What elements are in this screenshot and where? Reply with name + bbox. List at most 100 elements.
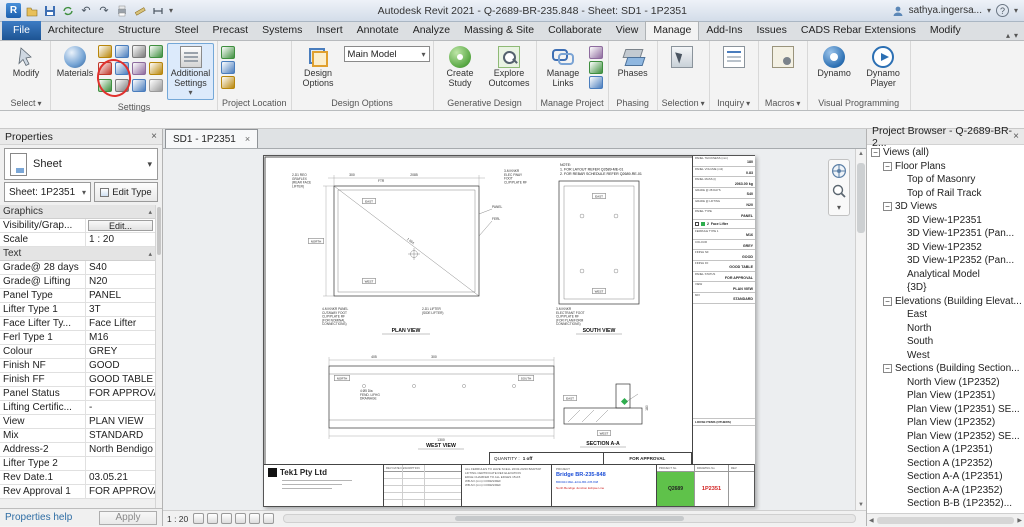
property-edit-button[interactable]: Edit...	[88, 220, 153, 231]
pb-scroll-left-icon[interactable]: ◀	[869, 517, 874, 524]
browser-item[interactable]: Section B-B (1P2352)...	[867, 497, 1024, 511]
browser-item[interactable]: Plan View (1P2352) SE...	[867, 430, 1024, 444]
browser-item[interactable]: 3D View-1P2351	[867, 214, 1024, 228]
global-parameters-icon[interactable]	[115, 62, 129, 75]
manage-images-icon[interactable]	[588, 46, 603, 59]
position-icon[interactable]	[221, 76, 235, 89]
measure-icon[interactable]	[133, 4, 147, 18]
property-value[interactable]: STANDARD	[86, 429, 155, 442]
browser-item[interactable]: South	[867, 335, 1024, 349]
scroll-down-icon[interactable]: ▼	[856, 502, 866, 508]
browser-item[interactable]: Section A-A (1P2352)	[867, 484, 1024, 498]
coordinates-icon[interactable]	[221, 61, 235, 74]
project-units-icon[interactable]	[98, 79, 112, 92]
section-collapse-icon[interactable]: ▴	[148, 250, 152, 258]
save-icon[interactable]	[43, 4, 57, 18]
decal-types-icon[interactable]	[588, 61, 603, 74]
object-styles-icon[interactable]	[98, 45, 112, 58]
browser-item[interactable]: Plan View (1P2351) SE...	[867, 403, 1024, 417]
mep-settings-icon[interactable]	[132, 79, 146, 92]
design-options-button[interactable]: Design Options	[295, 43, 342, 90]
browser-item[interactable]: Section A (1P2352)	[867, 457, 1024, 471]
tree-collapse-icon[interactable]: −	[883, 364, 892, 374]
ribbon-tab-architecture[interactable]: Architecture	[41, 21, 111, 40]
instance-selector[interactable]: Sheet: 1P2351 ▾	[4, 182, 91, 202]
dynamo-player-button[interactable]: Dynamo Player	[860, 43, 907, 90]
browser-item[interactable]: Section A-A (1P2351)	[867, 470, 1024, 484]
view-tab-close-icon[interactable]: ×	[245, 134, 250, 144]
detail-level-icon[interactable]	[193, 513, 205, 524]
ribbon-tab-collaborate[interactable]: Collaborate	[541, 21, 609, 40]
ribbon-tab-systems[interactable]: Systems	[255, 21, 309, 40]
project-browser-close-icon[interactable]: ×	[1013, 131, 1019, 142]
browser-item[interactable]: − Views (all)	[867, 146, 1024, 160]
view-scale[interactable]: 1 : 20	[167, 514, 188, 524]
panel-schedule-templates-icon[interactable]	[149, 79, 163, 92]
browser-item[interactable]: 3D View-1P2351 (Pan...	[867, 227, 1024, 241]
ribbon-tab-analyze[interactable]: Analyze	[406, 21, 457, 40]
visual-style-icon[interactable]	[207, 513, 219, 524]
ribbon-tab-insert[interactable]: Insert	[309, 21, 349, 40]
browser-item[interactable]: Analytical Model	[867, 268, 1024, 282]
type-selector[interactable]: Sheet ▾	[4, 148, 158, 180]
steering-wheel-icon[interactable]	[831, 163, 847, 179]
ribbon-tab-steel[interactable]: Steel	[168, 21, 206, 40]
ribbon-tab-add-ins[interactable]: Add-Ins	[699, 21, 749, 40]
browser-item[interactable]: {3D}	[867, 281, 1024, 295]
ribbon-tab-modify[interactable]: Modify	[923, 21, 968, 40]
dynamo-button[interactable]: Dynamo	[811, 43, 858, 81]
property-value[interactable]: GOOD	[86, 359, 155, 372]
property-value[interactable]: FOR APPROVAL	[86, 485, 155, 498]
project-parameters-icon[interactable]	[149, 45, 163, 58]
property-value[interactable]: GREY	[86, 345, 155, 358]
ribbon-tab-view[interactable]: View	[609, 21, 646, 40]
browser-item[interactable]: 3D View-1P2352 (Pan...	[867, 254, 1024, 268]
open-icon[interactable]	[25, 4, 39, 18]
property-value[interactable]: PLAN VIEW	[86, 415, 155, 428]
undo-icon[interactable]: ↶	[79, 4, 93, 18]
browser-item[interactable]: Plan View (1P2351)	[867, 389, 1024, 403]
property-value[interactable]: N20	[86, 275, 155, 288]
tree-collapse-icon[interactable]: −	[871, 148, 880, 158]
property-section-header[interactable]: Graphics ▴	[0, 205, 155, 219]
navbar-caret-icon[interactable]: ▾	[837, 203, 841, 212]
property-value[interactable]: GOOD TABLE	[86, 373, 155, 386]
revit-logo-icon[interactable]: R	[6, 3, 21, 18]
property-value[interactable]: 1 : 20	[86, 233, 155, 246]
explore-outcomes-button[interactable]: Explore Outcomes	[486, 43, 533, 90]
zoom-icon[interactable]	[831, 183, 847, 199]
property-value[interactable]: 3T	[86, 303, 155, 316]
property-value[interactable]: M16	[86, 331, 155, 344]
browser-item[interactable]: Top of Masonry	[867, 173, 1024, 187]
snaps-icon[interactable]	[115, 45, 129, 58]
sync-icon[interactable]	[61, 4, 75, 18]
structural-settings-icon[interactable]	[115, 79, 129, 92]
properties-scrollbar[interactable]	[155, 205, 162, 508]
sheet[interactable]: PLAN VIEW SOUTH VIEW WEST VIEW SECTION A…	[263, 155, 755, 507]
phases-button[interactable]: Phases	[612, 43, 654, 81]
property-value[interactable]: Face Lifter	[86, 317, 155, 330]
properties-close-icon[interactable]: ×	[151, 131, 157, 142]
canvas-vertical-scrollbar[interactable]: ▲ ▼	[855, 149, 866, 510]
signed-in-user[interactable]: sathya.ingersa...	[909, 5, 982, 16]
selection-button[interactable]	[661, 43, 703, 70]
materials-button[interactable]: Materials	[54, 43, 96, 81]
drawing-canvas[interactable]: PLAN VIEW SOUTH VIEW WEST VIEW SECTION A…	[163, 149, 866, 510]
help-caret-icon[interactable]: ▾	[1014, 6, 1018, 15]
shared-parameters-icon[interactable]	[98, 62, 112, 75]
sun-path-icon[interactable]	[221, 513, 233, 524]
browser-item[interactable]: East	[867, 308, 1024, 322]
user-menu-caret-icon[interactable]: ▾	[987, 6, 991, 15]
redo-icon[interactable]: ↷	[97, 4, 111, 18]
create-study-button[interactable]: Create Study	[437, 43, 484, 90]
ribbon-tab-annotate[interactable]: Annotate	[350, 21, 406, 40]
macros-button[interactable]	[762, 43, 804, 70]
print-icon[interactable]	[115, 4, 129, 18]
ribbon-tab-cads-rebar-extensions[interactable]: CADS Rebar Extensions	[794, 21, 923, 40]
tree-collapse-icon[interactable]: −	[883, 161, 892, 171]
ribbon-tab-file[interactable]: File	[2, 21, 41, 40]
shadows-icon[interactable]	[235, 513, 247, 524]
modify-button[interactable]: Modify	[5, 43, 47, 81]
property-value[interactable]: 03.05.21	[86, 471, 155, 484]
browser-item[interactable]: Top of Rail Track	[867, 187, 1024, 201]
